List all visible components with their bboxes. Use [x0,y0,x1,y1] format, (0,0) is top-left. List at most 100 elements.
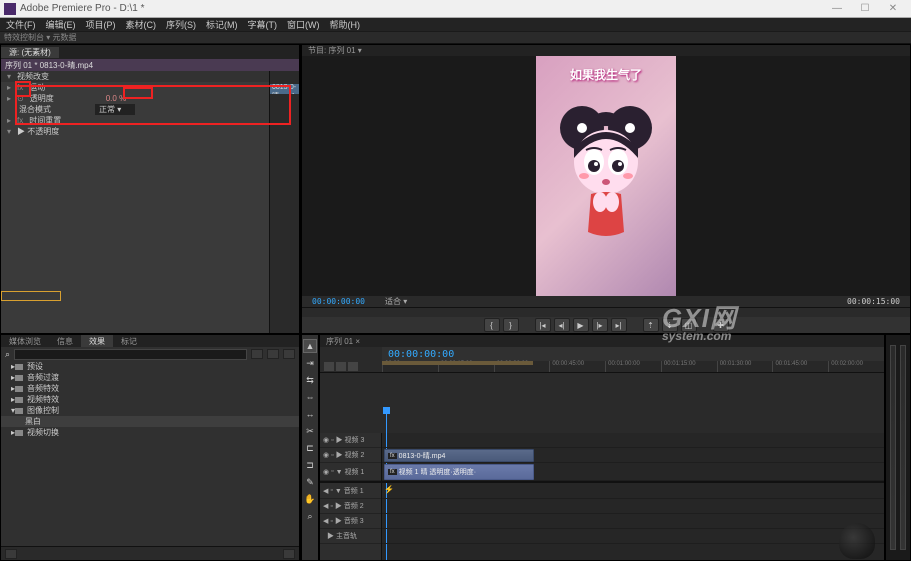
hand-tool[interactable]: ✋ [303,492,317,506]
tab-info[interactable]: 信息 [49,335,81,347]
track-header-a2[interactable]: ◀▫▶ 音频 2 [320,499,381,514]
play-button[interactable]: ▶ [573,318,589,332]
effects-toolbar [1,546,299,560]
track-header-v3[interactable]: ◉▫▶ 视频 3 [320,433,381,448]
go-out-button[interactable]: ▸| [611,318,627,332]
list-item: ▸ 视频切换 [1,427,299,438]
program-tc-duration: 00:00:15:00 [847,297,900,306]
audio-marker-icon: ⚡ [384,485,394,494]
effect-controls-panel: 源: (无素材) 序列 01 * 0813-0-晴.mp4 ▾视频改变 ▸fx运… [0,44,300,334]
zoom-tool[interactable]: ⌕ [303,509,317,523]
effect-tab-source[interactable]: 源: (无素材) [1,47,59,58]
menu-help[interactable]: 帮助(H) [326,18,365,31]
program-tc-current[interactable]: 00:00:00:00 [312,297,365,306]
track-header-a1[interactable]: ◀▫▼ 音频 1 [320,481,381,499]
folder-icon [15,375,23,381]
lift-button[interactable]: ⇡ [643,318,659,332]
effect-group[interactable]: 视频改变 [17,71,87,82]
track-header-a3[interactable]: ◀▫▶ 音频 3 [320,514,381,529]
filter-icon-1[interactable] [251,349,263,359]
restore-button[interactable]: ☐ [851,2,879,16]
work-area-bar[interactable] [382,361,533,365]
filter-icon-3[interactable] [283,349,295,359]
razor-tool[interactable]: ✂ [303,424,317,438]
effects-search-input[interactable] [14,349,247,360]
project-tabs: 媒体浏览 信息 效果 标记 [1,335,299,347]
folder-icon [15,364,23,370]
mini-clip[interactable]: 0813-0-晴.mp4 [270,84,299,94]
trash-button[interactable] [283,549,295,559]
mark-in-button[interactable]: { [484,318,500,332]
list-item: ▸ 音频特效 [1,383,299,394]
prop-motion[interactable]: 运动 [29,82,99,93]
clip-v1[interactable]: fx视频 1 晴 透明度·透明度· [384,464,534,480]
tab-markers[interactable]: 标记 [113,335,145,347]
track-header-master[interactable]: ▶ 主音轨 [320,529,381,544]
selection-tool[interactable]: ▲ [303,339,317,353]
export-frame-button[interactable]: ◫ [681,318,697,332]
list-item: ▸ 音频过渡 [1,372,299,383]
timeline-timecode[interactable]: 00:00:00:00 [382,349,460,360]
program-zoom[interactable]: 适合 ▾ [385,296,407,307]
panel-subbar: 特效控制台 ▾ 元数据 [0,32,911,44]
step-fwd-button[interactable]: |▸ [592,318,608,332]
prop-opacity[interactable]: 透明度 [30,93,100,104]
new-bin-button[interactable] [5,549,17,559]
minimize-button[interactable]: — [823,2,851,16]
track-select-tool[interactable]: ⇥ [303,356,317,370]
prop-footer[interactable]: ▶ 不透明度 [17,126,87,137]
menubar: 文件(F) 编辑(E) 项目(P) 素材(C) 序列(S) 标记(M) 字幕(T… [0,18,911,32]
prop-time[interactable]: 时间重置 [29,115,99,126]
menu-project[interactable]: 项目(P) [82,18,120,31]
filter-icon-2[interactable] [267,349,279,359]
track-header-v2[interactable]: ◉▫▶ 视频 2 [320,448,381,463]
settings-icon[interactable] [348,362,358,371]
timeline-tab[interactable]: 序列 01 × [320,335,884,347]
step-back-button[interactable]: ◂| [554,318,570,332]
titlebar: Adobe Premiere Pro - D:\1 * — ☐ ✕ [0,0,911,18]
mark-out-button[interactable]: } [503,318,519,332]
folder-icon [15,386,23,392]
menu-marker[interactable]: 标记(M) [202,18,242,31]
effect-mini-timeline[interactable]: 0813-0-晴.mp4 [269,71,299,333]
rate-tool[interactable]: ↔ [303,407,317,421]
corner-blob [839,523,875,559]
menu-file[interactable]: 文件(F) [2,18,40,31]
slip-tool[interactable]: ⊏ [303,441,317,455]
slide-tool[interactable]: ⊐ [303,458,317,472]
prop-opacity-value[interactable]: 0.0 % [106,94,126,103]
tab-effects[interactable]: 效果 [81,335,113,347]
timeline-track-area[interactable]: fx0813-0-晴.mp4 fx视频 1 晴 透明度·透明度· ⚡ [382,433,884,560]
effects-list[interactable]: ▸ 预设 ▸ 音频过渡 ▸ 音频特效 ▸ 视频特效 ▾ 图像控制 黑白 ▸ 视频… [1,361,299,546]
rolling-tool[interactable]: ⇔ [303,390,317,404]
extract-button[interactable]: ⇣ [662,318,678,332]
pen-tool[interactable]: ✎ [303,475,317,489]
go-in-button[interactable]: |◂ [535,318,551,332]
menu-title[interactable]: 字幕(T) [244,18,282,31]
list-item: 黑白 [1,416,299,427]
program-transport: { } |◂ ◂| ▶ |▸ ▸| ⇡ ⇣ ◫ ✚ [302,317,910,333]
effect-clip-name: 序列 01 * 0813-0-晴.mp4 [1,59,299,71]
clip-v2[interactable]: fx0813-0-晴.mp4 [384,449,534,462]
menu-sequence[interactable]: 序列(S) [162,18,200,31]
program-scrubber[interactable] [302,307,910,317]
cartoon-character [556,102,656,244]
menu-clip[interactable]: 素材(C) [122,18,161,31]
tab-media[interactable]: 媒体浏览 [1,335,49,347]
program-tab[interactable]: 节目: 序列 01 ▾ [302,45,910,56]
prop-blend-value[interactable]: 正常 ▾ [95,104,135,115]
ripple-tool[interactable]: ⇆ [303,373,317,387]
marker-icon[interactable] [336,362,346,371]
close-button[interactable]: ✕ [879,2,907,16]
list-item: ▸ 视频特效 [1,394,299,405]
settings-button[interactable]: ✚ [713,318,729,332]
program-viewport[interactable]: 如果我生气了 [302,56,910,296]
folder-icon [15,430,23,436]
list-item: ▸ 预设 [1,361,299,372]
snap-icon[interactable] [324,362,334,371]
tools-panel: ▲ ⇥ ⇆ ⇔ ↔ ✂ ⊏ ⊐ ✎ ✋ ⌕ [301,334,319,561]
menu-window[interactable]: 窗口(W) [283,18,324,31]
timeline-ruler[interactable]: 00:00 00:00:15:00 00:00:30:00 00:00:45:0… [320,361,884,373]
menu-edit[interactable]: 编辑(E) [42,18,80,31]
track-header-v1[interactable]: ◉▫▼ 视频 1 [320,463,381,481]
